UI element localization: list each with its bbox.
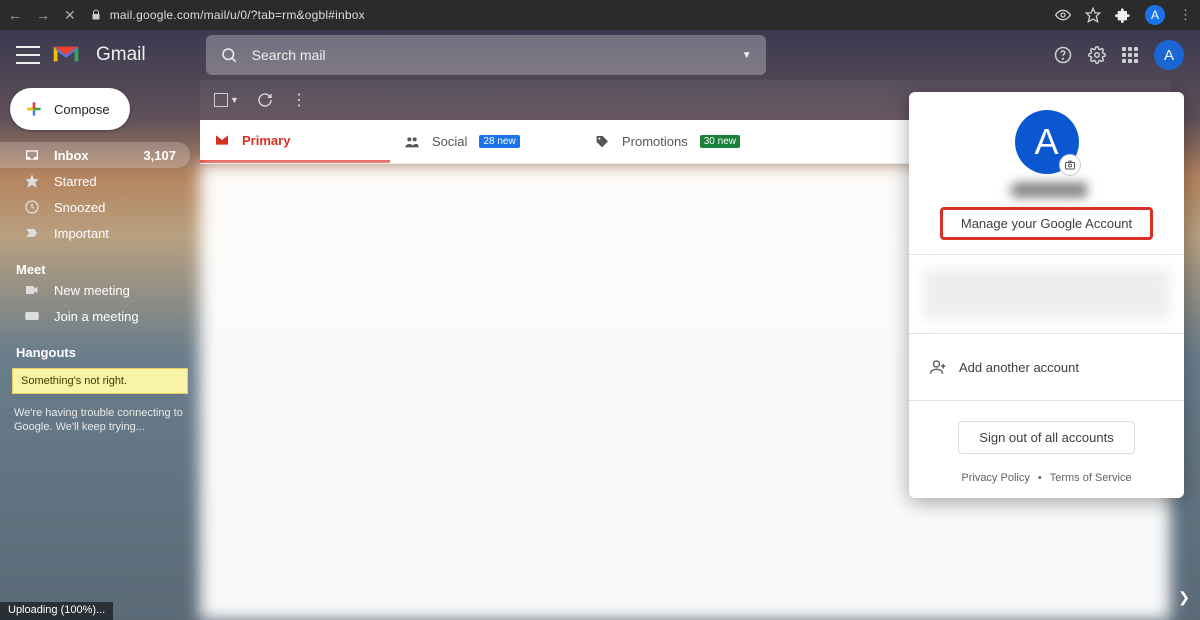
account-email: a████████ <box>1006 182 1087 197</box>
privacy-policy-link[interactable]: Privacy Policy <box>961 472 1029 484</box>
manage-account-button[interactable]: Manage your Google Account <box>940 207 1153 240</box>
address-bar[interactable]: mail.google.com/mail/u/0/?tab=rm&ogbl#in… <box>90 8 1055 22</box>
status-bar: Uploading (100%)... <box>0 602 113 620</box>
clock-icon <box>24 199 40 215</box>
browser-menu-icon[interactable]: ⋮ <box>1179 7 1192 23</box>
new-meeting-button[interactable]: New meeting <box>0 277 200 303</box>
promotions-badge: 30 new <box>700 135 740 148</box>
side-panel-toggle-icon[interactable]: ❯ <box>1178 589 1190 606</box>
compose-button[interactable]: Compose <box>10 88 130 130</box>
gmail-logo-icon <box>50 43 82 67</box>
divider <box>909 333 1184 334</box>
meet-section-title: Meet <box>0 262 200 277</box>
add-account-button[interactable]: Add another account <box>909 348 1184 386</box>
search-placeholder: Search mail <box>252 47 326 63</box>
account-avatar[interactable]: A <box>1154 40 1184 70</box>
hangouts-detail: We're having trouble connecting to Googl… <box>0 402 200 439</box>
sidebar-item-important[interactable]: Important <box>0 220 200 246</box>
sidebar-item-starred[interactable]: Starred <box>0 168 200 194</box>
search-icon <box>220 46 238 64</box>
compose-label: Compose <box>54 102 110 117</box>
eye-icon[interactable] <box>1055 7 1071 23</box>
camera-icon[interactable] <box>1059 154 1081 176</box>
help-icon[interactable] <box>1054 46 1072 64</box>
google-apps-icon[interactable] <box>1122 47 1138 63</box>
tab-primary[interactable]: Primary <box>200 120 390 163</box>
account-avatar-large: A <box>1015 110 1079 174</box>
important-icon <box>24 225 40 241</box>
url-text: mail.google.com/mail/u/0/?tab=rm&ogbl#in… <box>110 8 365 22</box>
keyboard-icon <box>24 308 40 324</box>
sidebar: Compose Inbox 3,107 Starred Snoozed Impo… <box>0 80 200 620</box>
browser-avatar[interactable]: A <box>1145 5 1165 25</box>
social-tab-icon <box>404 134 420 150</box>
tab-promotions[interactable]: Promotions 30 new <box>580 120 770 163</box>
sidebar-item-inbox[interactable]: Inbox 3,107 <box>0 142 190 168</box>
divider <box>909 400 1184 401</box>
sign-out-button[interactable]: Sign out of all accounts <box>958 421 1134 454</box>
inbox-icon <box>24 147 40 163</box>
extensions-icon[interactable] <box>1115 7 1131 23</box>
star-icon[interactable] <box>1085 7 1101 23</box>
lock-icon <box>90 9 102 21</box>
promotions-tab-icon <box>594 134 610 150</box>
gmail-header: Gmail Search mail ▼ A <box>0 30 1200 80</box>
tab-social[interactable]: Social 28 new <box>390 120 580 163</box>
settings-icon[interactable] <box>1088 46 1106 64</box>
video-icon <box>24 282 40 298</box>
account-popover: A a████████ Manage your Google Account A… <box>909 92 1184 498</box>
add-person-icon <box>929 358 947 376</box>
primary-tab-icon <box>214 132 230 148</box>
divider <box>909 254 1184 255</box>
select-all-checkbox[interactable]: ▼ <box>214 93 239 107</box>
search-options-icon[interactable]: ▼ <box>742 50 752 61</box>
forward-icon[interactable]: → <box>36 7 50 23</box>
join-meeting-button[interactable]: Join a meeting <box>0 303 200 329</box>
brand-name: Gmail <box>96 44 146 66</box>
social-badge: 28 new <box>479 135 519 148</box>
stop-icon[interactable]: ✕ <box>64 7 76 24</box>
main-menu-icon[interactable] <box>16 46 40 64</box>
back-icon[interactable]: ← <box>8 7 22 23</box>
other-accounts-blurred[interactable] <box>923 269 1171 319</box>
terms-link[interactable]: Terms of Service <box>1050 472 1132 484</box>
inbox-count: 3,107 <box>143 148 176 163</box>
hangouts-warning: Something's not right. <box>12 368 188 394</box>
more-icon[interactable]: ⋮ <box>291 90 307 110</box>
refresh-icon[interactable] <box>257 92 273 108</box>
browser-chrome-bar: ← → ✕ mail.google.com/mail/u/0/?tab=rm&o… <box>0 0 1200 30</box>
hangouts-section-title: Hangouts <box>0 345 200 360</box>
search-input[interactable]: Search mail ▼ <box>206 35 766 75</box>
star-icon <box>24 173 40 189</box>
sidebar-item-snoozed[interactable]: Snoozed <box>0 194 200 220</box>
